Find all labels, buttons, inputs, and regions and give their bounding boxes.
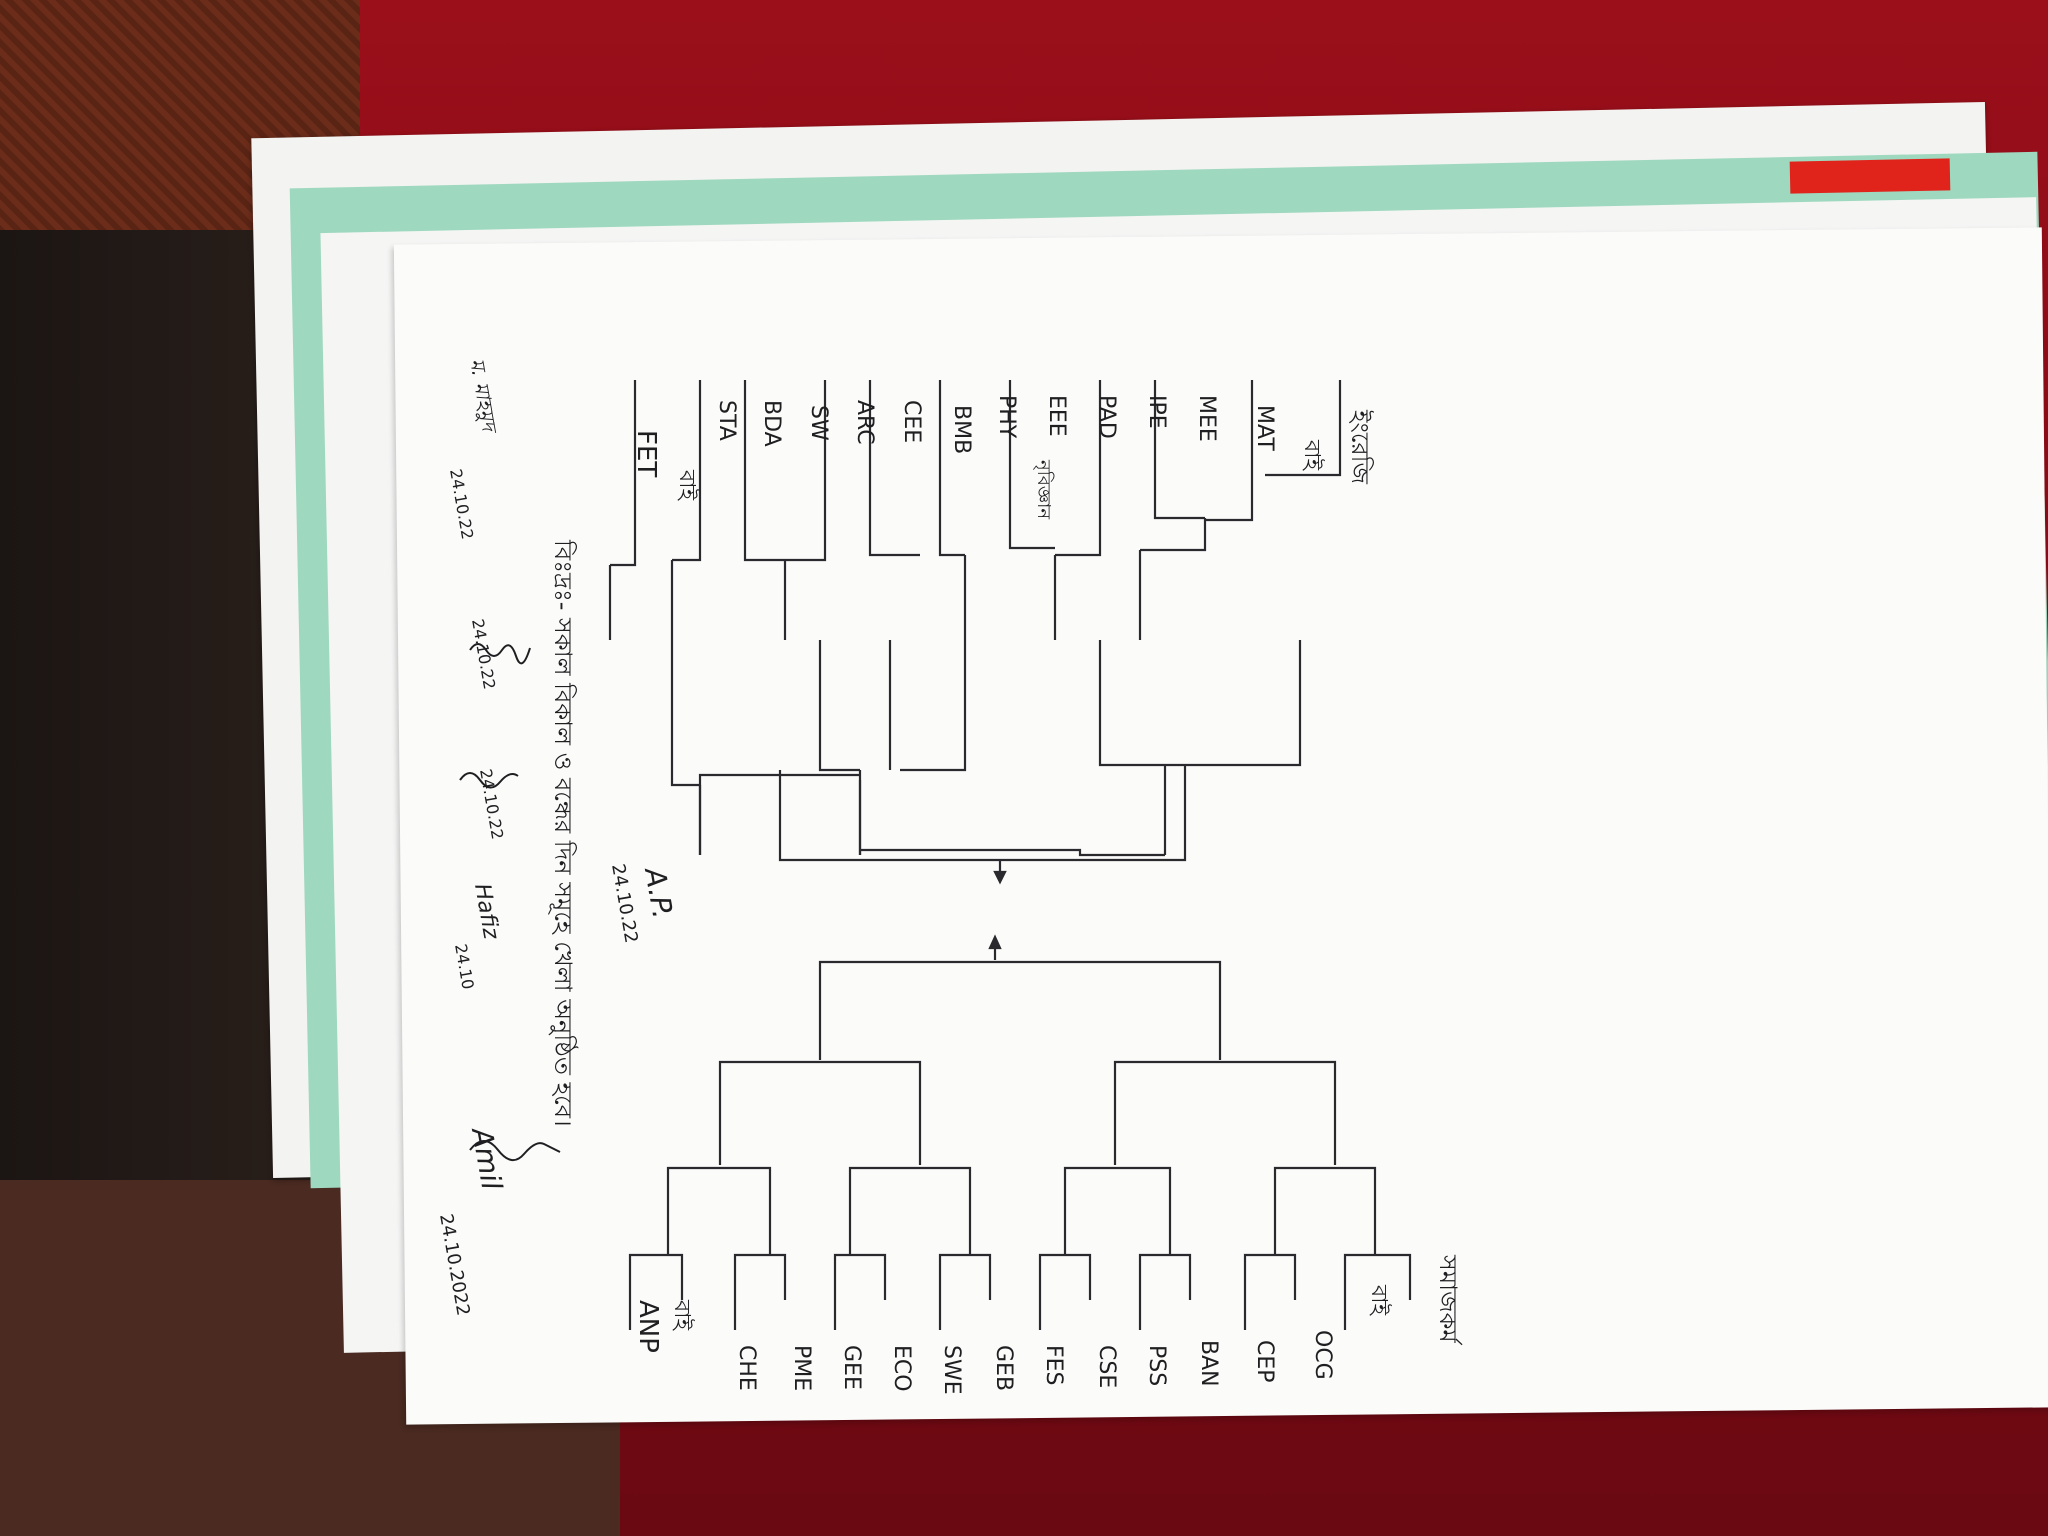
team-label: MAT [1252,405,1277,451]
signature: A.P. [638,864,680,921]
note-label: ইংরেজি [1346,409,1374,485]
signature-date: 24.10.22 [446,467,477,540]
team-label: FET [631,430,661,477]
note-label: নৃবিজ্ঞান [1033,459,1054,519]
team-label: STA [714,400,739,441]
team-label: BDA [759,400,784,447]
notice-text: বিঃদ্রঃ- সকাল বিকাল ও বন্ধের দিন সমূহে খ… [549,539,578,1127]
team-label: GEB [991,1345,1016,1391]
team-label: OCG [1310,1330,1335,1380]
note-label: বাই [1366,1284,1392,1317]
team-label: MEE [1194,395,1219,442]
team-label: PSS [1144,1345,1169,1386]
signature-date: 24.10.22 [468,617,499,690]
team-label: SW [806,405,831,441]
team-label: EEE [1044,395,1069,437]
team-label: ANP [633,1300,663,1353]
signature: Hafiz [469,882,503,942]
team-label: CEP [1252,1340,1277,1383]
note-label: বাই [669,1299,695,1332]
team-label: FES [1041,1345,1066,1386]
team-label: GEE [839,1345,864,1390]
team-label: ARC [852,400,877,445]
team-label: ECO [889,1345,914,1392]
team-label: SWE [939,1345,964,1395]
team-label: PME [789,1345,814,1391]
team-label: IPE [1144,395,1169,429]
signature: Amil [465,1124,509,1193]
signature-date: 24.10.22 [607,862,642,945]
team-label: CSE [1094,1345,1119,1388]
signature-date: 24.10.2022 [435,1212,474,1317]
signature-date: 24.10 [451,942,478,990]
note-label: সমাজকর্ম [1434,1254,1463,1346]
signature: ম. মাহমুদ [464,357,502,438]
team-label: PAD [1094,395,1119,439]
photo-scene: MAT MEE IPE PAD EEE PHY BMB CEE ARC SW B… [0,0,2048,1536]
note-label: বাই [674,469,700,502]
team-label: BMB [949,405,974,454]
team-label: PHY [994,395,1019,439]
team-label: CEE [899,400,924,443]
note-label: বাই [1299,439,1325,472]
handwritten-labels: MAT MEE IPE PAD EEE PHY BMB CEE ARC SW B… [435,357,1463,1395]
team-label: BAN [1196,1340,1221,1387]
team-label: CHE [734,1345,759,1391]
